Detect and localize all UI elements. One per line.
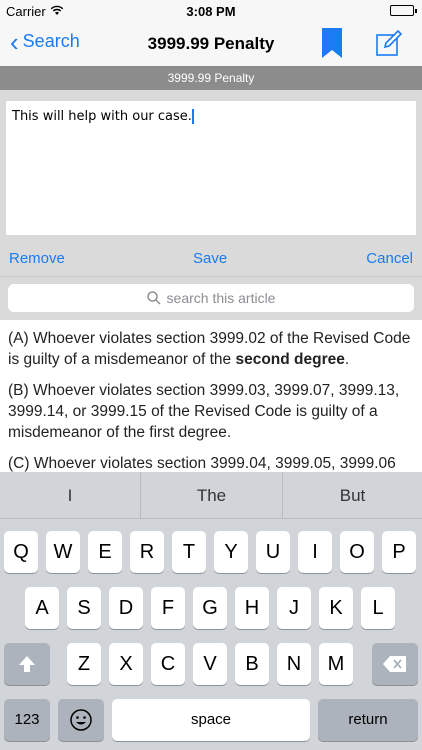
key-k[interactable]: K [319,587,353,629]
key-o[interactable]: O [340,531,374,573]
note-textarea[interactable]: This will help with our case. [6,101,416,235]
remove-button[interactable]: Remove [9,250,65,267]
article-paragraph-b: (B) Whoever violates section 3999.03, 39… [8,382,400,441]
key-d[interactable]: D [109,587,143,629]
key-x[interactable]: X [109,643,143,685]
keyboard: I The But Q W E R T Y U I O P A S D F G … [0,472,422,750]
key-f[interactable]: F [151,587,185,629]
search-placeholder: search this article [166,290,276,306]
space-key[interactable]: space [112,699,310,741]
note-text: This will help with our case. [12,109,192,124]
key-u[interactable]: U [256,531,290,573]
article-paragraph-a: (A) Whoever violates section 3999.02 of … [8,330,411,368]
key-s[interactable]: S [67,587,101,629]
key-b[interactable]: B [235,643,269,685]
article-paragraph-c: (C) Whoever violates section 3999.04, 39… [8,455,396,472]
numbers-key[interactable]: 123 [4,699,50,741]
key-r[interactable]: R [130,531,164,573]
suggestion-2[interactable]: The [140,472,282,519]
note-editor: This will help with our case. Remove Sav… [0,90,422,276]
key-v[interactable]: V [193,643,227,685]
article-body: (A) Whoever violates section 3999.02 of … [0,320,422,472]
search-icon [146,291,161,305]
emoji-key[interactable] [58,699,104,741]
status-bar: Carrier 3:08 PM [0,0,422,22]
key-p[interactable]: P [382,531,416,573]
suggestion-1[interactable]: I [0,472,140,519]
compose-icon[interactable] [376,29,403,56]
return-key[interactable]: return [318,699,418,741]
delete-key[interactable] [372,643,418,685]
key-m[interactable]: M [319,643,353,685]
key-t[interactable]: T [172,531,206,573]
key-j[interactable]: J [277,587,311,629]
clock: 3:08 PM [186,4,236,19]
emphasis-text: second degree [235,351,345,368]
key-y[interactable]: Y [214,531,248,573]
key-e[interactable]: E [88,531,122,573]
cancel-button[interactable]: Cancel [366,250,413,267]
section-header: 3999.99 Penalty [0,66,422,90]
key-w[interactable]: W [46,531,80,573]
key-g[interactable]: G [193,587,227,629]
key-a[interactable]: A [25,587,59,629]
search-input[interactable]: search this article [8,284,414,312]
key-z[interactable]: Z [67,643,101,685]
page-title: 3999.99 Penalty [147,34,275,53]
battery-icon [390,5,417,16]
shift-key[interactable] [4,643,50,685]
key-q[interactable]: Q [4,531,38,573]
text-cursor [191,109,194,124]
shift-icon [19,656,35,672]
nav-bar: ‹ Search 3999.99 Penalty [0,22,422,66]
suggestion-3[interactable]: But [282,472,422,519]
bookmark-icon[interactable] [322,28,342,58]
save-button[interactable]: Save [193,250,227,267]
emoji-icon [70,709,92,731]
key-c[interactable]: C [151,643,185,685]
search-bar: search this article [0,276,422,320]
backspace-icon [383,656,406,672]
key-h[interactable]: H [235,587,269,629]
key-i[interactable]: I [298,531,332,573]
suggestion-bar: I The But [0,472,422,519]
key-n[interactable]: N [277,643,311,685]
key-l[interactable]: L [361,587,395,629]
